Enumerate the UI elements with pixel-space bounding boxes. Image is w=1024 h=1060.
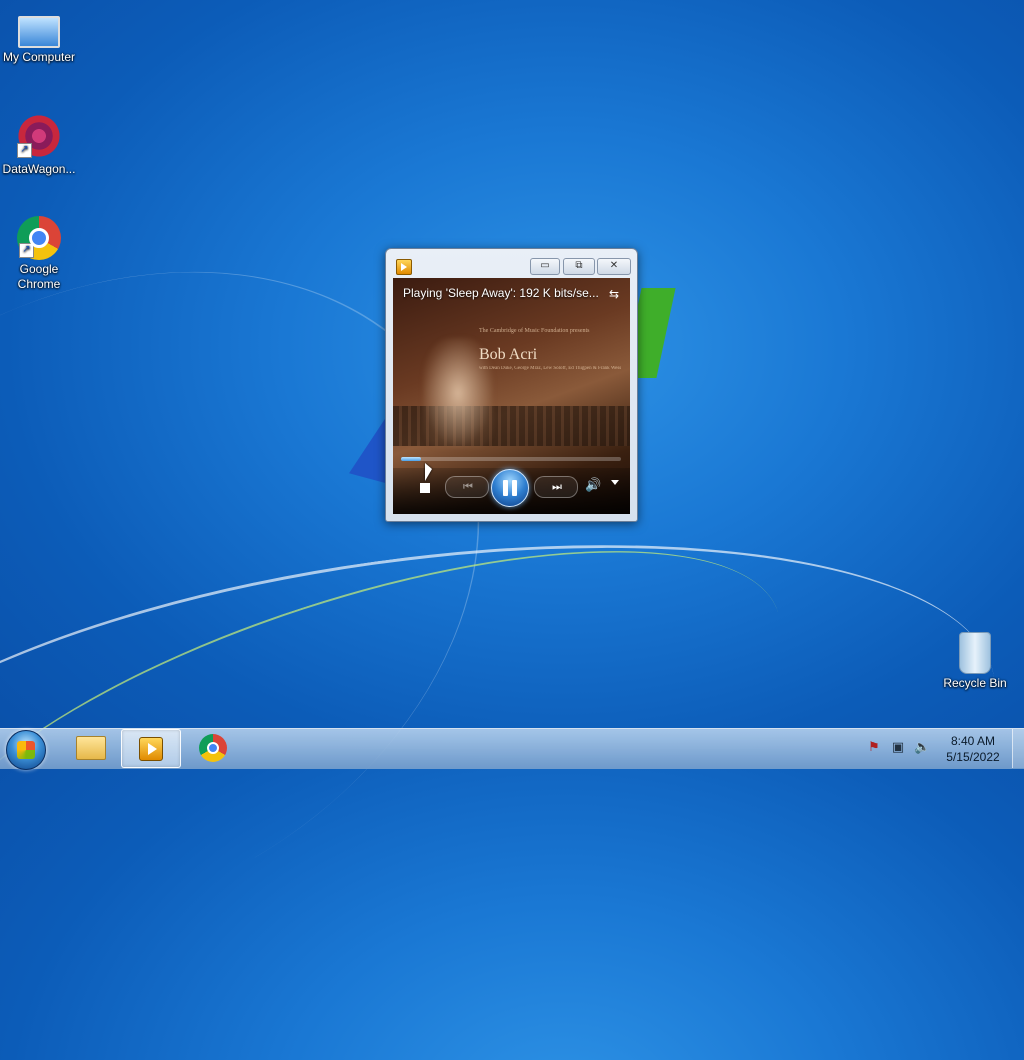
- volume-dropdown-icon[interactable]: [611, 480, 619, 485]
- media-player-window[interactable]: ▭ ⧉ ✕ The Cambridge of Music Foundation …: [385, 248, 638, 522]
- system-clock[interactable]: 8:40 AM 5/15/2022: [940, 733, 1006, 765]
- computer-icon: [18, 16, 60, 48]
- stop-button[interactable]: [420, 483, 430, 493]
- close-button[interactable]: ✕: [597, 258, 631, 275]
- media-player-app-icon: [396, 259, 412, 275]
- desktop-icon-my-computer[interactable]: My Computer: [0, 10, 78, 65]
- restore-button[interactable]: ⧉: [563, 258, 595, 275]
- desktop-icon-label: Google Chrome: [17, 262, 61, 291]
- windows-explorer-icon: [76, 736, 106, 760]
- previous-button[interactable]: ⏮: [445, 476, 489, 498]
- desktop-icon-label: DataWagon...: [2, 162, 76, 176]
- show-desktop-button[interactable]: [1012, 729, 1024, 768]
- switch-to-library-icon[interactable]: ⇆: [606, 287, 622, 301]
- clock-time: 8:40 AM: [950, 734, 996, 748]
- start-button[interactable]: [6, 730, 46, 770]
- taskbar-button-chrome[interactable]: [183, 729, 241, 766]
- volume-tray-icon[interactable]: 🔈: [914, 740, 930, 756]
- pause-button[interactable]: [491, 469, 529, 507]
- desktop-icon-recycle-bin[interactable]: Recycle Bin: [936, 632, 1014, 691]
- taskbar-button-explorer[interactable]: [60, 729, 118, 766]
- desktop-icon-datawagon[interactable]: ↗ DataWagon...: [0, 112, 78, 177]
- network-icon[interactable]: ▣: [890, 740, 906, 756]
- google-chrome-icon: [199, 734, 227, 762]
- windows-media-player-icon: [139, 737, 163, 761]
- shortcut-arrow-icon: ↗: [19, 243, 34, 258]
- mouse-cursor: [425, 463, 432, 481]
- desktop-icon-label: Recycle Bin: [943, 676, 1007, 690]
- album-art-small-text: The Cambridge of Music Foundation presen…: [479, 328, 590, 334]
- next-button[interactable]: ⏭: [534, 476, 578, 498]
- chrome-icon: ↗: [17, 216, 61, 260]
- seek-bar[interactable]: [401, 457, 621, 461]
- recycle-bin-icon: [959, 632, 991, 674]
- album-art-title: Bob Acri: [479, 346, 538, 363]
- album-art-subtitle: with Dean Duke, George Mraz, Lew Soloff,…: [479, 366, 622, 371]
- shortcut-arrow-icon: ↗: [17, 143, 32, 158]
- now-playing-status: Playing 'Sleep Away': 192 K bits/se...: [403, 286, 598, 300]
- minimize-button[interactable]: ▭: [530, 258, 560, 275]
- datawagon-icon: ↗: [15, 112, 63, 160]
- clock-date: 5/15/2022: [946, 750, 1000, 764]
- desktop-icon-label: My Computer: [2, 50, 76, 64]
- volume-button[interactable]: 🔊: [585, 478, 601, 493]
- desktop-icon-google-chrome[interactable]: ↗ Google Chrome: [0, 216, 78, 292]
- seek-bar-progress: [401, 457, 421, 461]
- taskbar-button-media-player[interactable]: [121, 729, 181, 768]
- action-center-flag-icon[interactable]: ⚑: [866, 740, 882, 756]
